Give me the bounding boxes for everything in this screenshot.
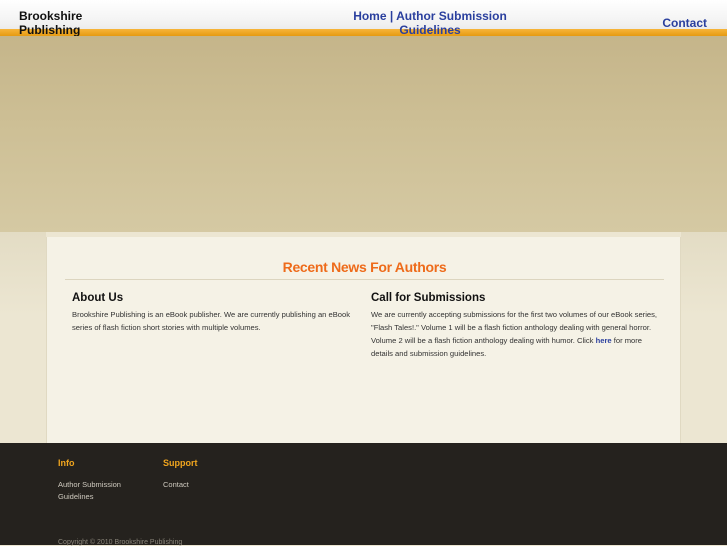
main-nav: Home | Author Submission Guidelines <box>340 9 520 37</box>
footer: Info Author Submission Guidelines Suppor… <box>0 443 727 546</box>
nav-author-submission-link[interactable]: Author Submission Guidelines <box>396 9 507 37</box>
nav-contact-link[interactable]: Contact <box>662 16 707 30</box>
footer-info-heading: Info <box>58 458 75 468</box>
about-us-text: Brookshire Publishing is an eBook publis… <box>72 310 351 332</box>
call-for-submissions-text: We are currently accepting submissions f… <box>371 308 661 360</box>
news-divider <box>65 279 664 280</box>
content-area: Recent News For Authors About Us Brooksh… <box>0 232 727 443</box>
submission-details-link[interactable]: here <box>596 336 612 345</box>
call-for-submissions-heading: Call for Submissions <box>371 292 486 304</box>
hero-banner <box>0 36 727 232</box>
footer-contact-link[interactable]: Contact <box>163 479 189 491</box>
brand-logo-text[interactable]: Brookshire Publishing <box>19 9 109 37</box>
news-title: Recent News For Authors <box>282 259 447 275</box>
top-navigation-bar: Brookshire Publishing Home | Author Subm… <box>0 0 727 37</box>
nav-home-link[interactable]: Home <box>353 9 386 23</box>
footer-support-heading: Support <box>163 458 198 468</box>
content-side-right <box>681 232 727 443</box>
footer-author-submission-link[interactable]: Author Submission Guidelines <box>58 479 138 503</box>
content-side-left <box>0 232 46 443</box>
about-us-heading: About Us <box>72 292 124 304</box>
nav-separator: | <box>389 9 394 23</box>
news-panel: Recent News For Authors About Us Brooksh… <box>46 237 681 443</box>
